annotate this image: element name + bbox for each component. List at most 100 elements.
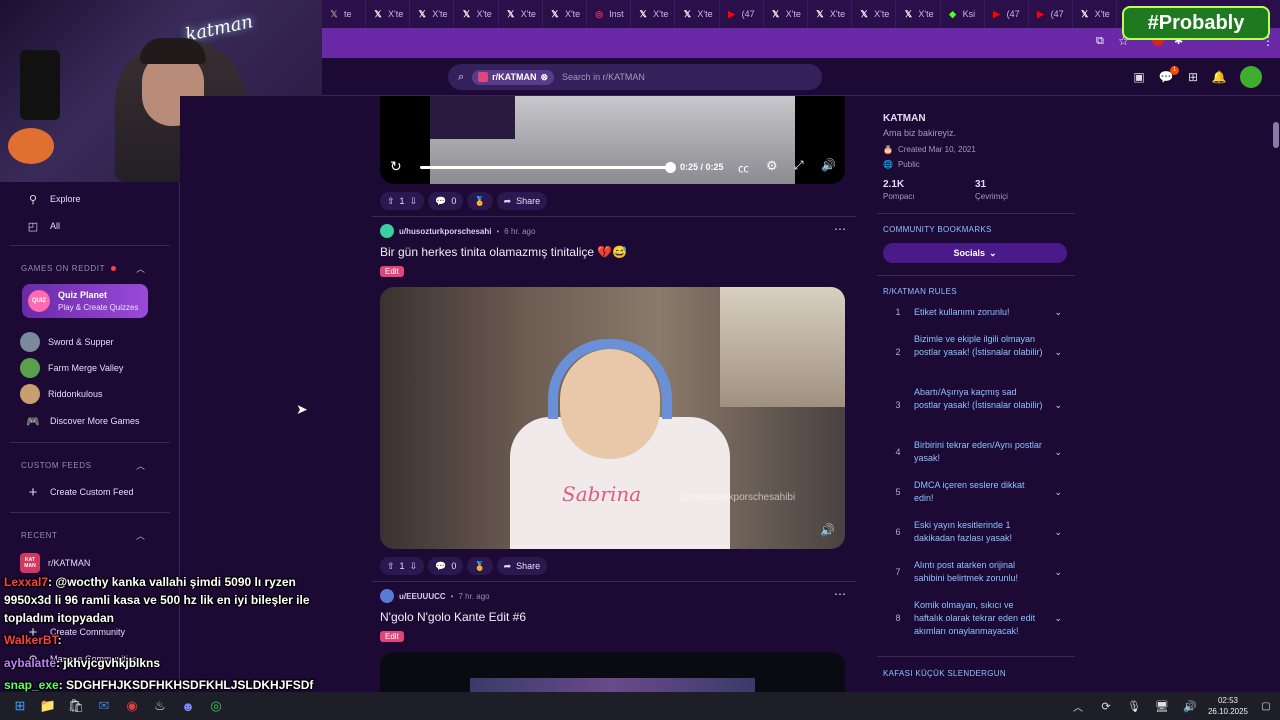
upvote-icon[interactable]: ⇧ [387, 196, 395, 207]
chevron-down-icon[interactable]: ⌄ [1054, 559, 1062, 585]
chevron-up-icon[interactable]: ︿ [1064, 692, 1092, 720]
store-icon[interactable]: 🛍 [62, 692, 90, 720]
chrome-icon[interactable]: ◉ [118, 692, 146, 720]
rule-item[interactable]: 6 Eski yayın kesitlerinde 1 dakikadan faz… [892, 519, 1062, 545]
author-name[interactable]: u/husozturkporschesahi [399, 227, 491, 236]
chevron-down-icon[interactable]: ⌄ [1054, 386, 1062, 412]
notification-bell-icon[interactable]: 🔔 [1210, 68, 1228, 86]
picture-in-picture-icon[interactable]: ⧉ [1096, 35, 1104, 48]
create-custom-feed[interactable]: + Create Custom Feed [26, 484, 134, 501]
chevron-up-icon[interactable]: ︿ [136, 459, 145, 472]
user-avatar[interactable] [1240, 66, 1262, 88]
browser-tab[interactable]: 𝕏 X'te [543, 0, 588, 28]
video-progress-bar[interactable] [420, 166, 670, 169]
browser-tab[interactable]: 𝕏 X'te [675, 0, 720, 28]
browser-tab[interactable]: 𝕏 X'te [764, 0, 808, 28]
page-scrollbar[interactable] [1272, 96, 1280, 692]
sync-icon[interactable]: ⟳ [1092, 692, 1120, 720]
search-bar[interactable]: ⌕ r/KATMAN ⊗ Search in r/KATMAN [448, 64, 822, 90]
browser-tab[interactable]: 𝕏 X'te [454, 0, 499, 28]
taskbar-clock[interactable]: 02:53 26.10.2025 [1204, 695, 1252, 717]
post-media[interactable] [380, 652, 845, 692]
browser-tab[interactable]: ▶ (47 [985, 0, 1029, 28]
award-button[interactable]: 🏅 [467, 192, 493, 210]
recent-header[interactable]: RECENT [21, 531, 58, 540]
microphone-icon[interactable]: 🎙 [1120, 692, 1148, 720]
video-player[interactable]: ↻ 0:25 / 0:25 ㏄ ⚙ ⤢ 🔊 [380, 96, 845, 184]
game-sword-supper[interactable]: Sword & Supper [20, 332, 114, 352]
chevron-down-icon[interactable]: ⌄ [1054, 599, 1062, 638]
settings-icon[interactable]: ⚙ [766, 158, 778, 174]
speaker-icon[interactable]: 🔊 [1176, 692, 1204, 720]
post-author[interactable]: u/EEUUUCC • 7 hr. ago [380, 589, 490, 603]
chevron-down-icon[interactable]: ⌄ [1054, 479, 1062, 505]
chevron-down-icon[interactable]: ⌄ [1054, 306, 1062, 319]
recent-katman[interactable]: KAT MAN r/KATMAN [20, 553, 90, 573]
vote-control[interactable]: ⇧ 1 ⇩ [380, 557, 425, 575]
comments-button[interactable]: 💬 0 [428, 192, 464, 210]
browser-tab[interactable]: 𝕏 X'te [852, 0, 897, 28]
nav-explore[interactable]: ⚲ Explore [26, 192, 81, 206]
browser-tab[interactable]: 𝕏 X'te [410, 0, 455, 28]
game-riddonkulous[interactable]: Riddonkulous [20, 384, 103, 404]
discord-icon[interactable]: ☻ [174, 692, 202, 720]
award-button[interactable]: 🏅 [467, 557, 493, 575]
browser-tab[interactable]: 𝕏 X'te [366, 0, 411, 28]
browser-tab[interactable]: 𝕏 X'te [499, 0, 543, 28]
rule-item[interactable]: 2 Bizimle ve ekiple ilgili olmayan postla… [892, 333, 1062, 359]
steam-icon[interactable]: ♨ [146, 692, 174, 720]
post-author[interactable]: u/husozturkporschesahi • 6 hr. ago [380, 224, 535, 238]
outlook-icon[interactable]: ✉ [90, 692, 118, 720]
fullscreen-icon[interactable]: ⤢ [794, 158, 804, 173]
browser-tab[interactable]: 𝕏 X'te [896, 0, 941, 28]
create-post-icon[interactable]: ⊞ [1184, 68, 1202, 86]
rule-item[interactable]: 3 Abartı/Aşırıya kaçmış sad postlar yasak… [892, 386, 1062, 412]
games-section-header[interactable]: GAMES ON REDDIT [21, 264, 116, 273]
rule-item[interactable]: 5 DMCA içeren seslere dikkat edin! ⌄ [892, 479, 1062, 505]
volume-icon[interactable]: 🔊 [821, 158, 836, 172]
upvote-icon[interactable]: ⇧ [387, 561, 395, 572]
post-overflow-menu-icon[interactable]: ⋯ [834, 587, 846, 601]
browser-tab[interactable]: 𝕏te [322, 0, 366, 28]
share-button[interactable]: ➦ Share [496, 557, 548, 575]
share-button[interactable]: ➦ Share [496, 192, 548, 210]
advertise-icon[interactable]: ▣ [1130, 68, 1148, 86]
chevron-down-icon[interactable]: ⌄ [1054, 439, 1062, 465]
browser-tab[interactable]: 𝕏 X'te [631, 0, 676, 28]
vote-control[interactable]: ⇧ 1 ⇩ [380, 192, 425, 210]
post-overflow-menu-icon[interactable]: ⋯ [834, 222, 846, 236]
spotify-icon[interactable]: ◎ [202, 692, 230, 720]
discover-more-games[interactable]: 🎮 Discover More Games [26, 414, 139, 428]
video-progress-handle[interactable] [665, 162, 676, 173]
browser-tab[interactable]: ▶ (47 [720, 0, 764, 28]
volume-icon[interactable]: 🔊 [820, 523, 835, 537]
chevron-up-icon[interactable]: ︿ [136, 529, 145, 542]
network-icon[interactable]: 🖥 [1148, 692, 1176, 720]
community-chip[interactable]: r/KATMAN ⊗ [472, 69, 555, 85]
notification-center-icon[interactable]: ▢ [1252, 692, 1280, 720]
custom-feeds-header[interactable]: CUSTOM FEEDS [21, 461, 92, 470]
game-farm-merge-valley[interactable]: Farm Merge Valley [20, 358, 123, 378]
downvote-icon[interactable]: ⇩ [410, 196, 418, 207]
post-title[interactable]: N'golo N'golo Kante Edit #6 [380, 610, 526, 624]
rule-item[interactable]: 7 Alıntı post atarken orijinal sahibini b… [892, 559, 1062, 585]
downvote-icon[interactable]: ⇩ [410, 561, 418, 572]
chevron-down-icon[interactable]: ⌄ [1054, 333, 1062, 359]
browser-tab[interactable]: 𝕏 X'te [1073, 0, 1117, 28]
chevron-down-icon[interactable]: ⌄ [1054, 519, 1062, 545]
comments-button[interactable]: 💬 0 [428, 557, 464, 575]
post-flair[interactable]: Edit [380, 631, 404, 642]
search-input[interactable]: Search in r/KATMAN [562, 72, 645, 82]
post-flair[interactable]: Edit [380, 266, 404, 277]
rule-item[interactable]: 8 Komik olmayan, sıkıcı ve haftalık olara… [892, 599, 1062, 638]
browser-tab[interactable]: ◆ Ksi [941, 0, 985, 28]
scrollbar-thumb[interactable] [1273, 122, 1279, 148]
author-name[interactable]: u/EEUUUCC [399, 592, 446, 601]
post-title[interactable]: Bir gün herkes tinita olamazmış tinitali… [380, 245, 627, 259]
windows-start-icon[interactable]: ⊞ [6, 692, 34, 720]
captions-icon[interactable]: ㏄ [738, 160, 749, 176]
browser-tab[interactable]: 𝕏 X'te [808, 0, 853, 28]
browser-tab[interactable]: ▶ (47 [1029, 0, 1073, 28]
nav-all[interactable]: ◰ All [26, 219, 60, 233]
quiz-planet-card[interactable]: QUIZ Quiz Planet Play & Create Quizzes [22, 284, 148, 318]
